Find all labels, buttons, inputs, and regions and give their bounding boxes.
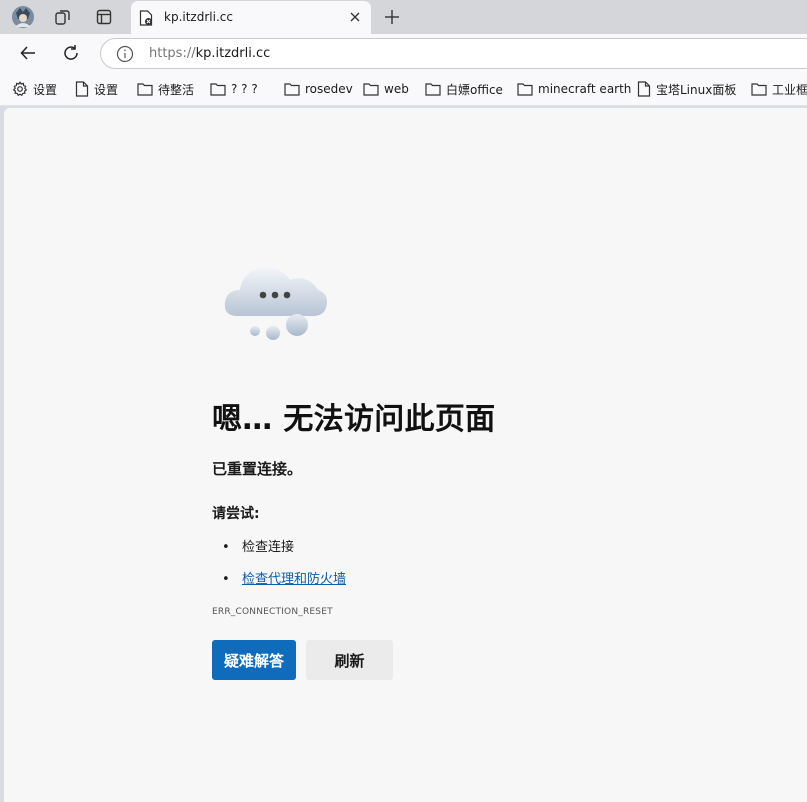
url-scheme: https:// bbox=[149, 46, 196, 61]
bookmark-item[interactable]: 待整活 bbox=[137, 80, 194, 98]
bookmark-label: web bbox=[384, 82, 409, 96]
folder-icon bbox=[517, 83, 533, 96]
suggestion-item: • 检查连接 bbox=[222, 536, 294, 555]
plus-icon bbox=[385, 10, 399, 24]
bookmarks-bar: 设置 设置 待整活 ? ? ? rosedev web 白嫖office min… bbox=[0, 72, 807, 106]
bookmark-label: 设置 bbox=[33, 82, 58, 97]
bookmark-label: ? ? ? bbox=[231, 82, 258, 96]
page-content bbox=[4, 108, 807, 802]
bullet: • bbox=[222, 540, 230, 555]
suggestion-text: 检查连接 bbox=[242, 540, 295, 555]
new-tab-button[interactable] bbox=[380, 5, 404, 29]
bookmark-item[interactable]: web bbox=[363, 80, 409, 98]
avatar-icon bbox=[12, 6, 34, 28]
troubleshoot-button[interactable]: 疑难解答 bbox=[212, 640, 296, 680]
folder-icon bbox=[137, 83, 153, 96]
bullet: • bbox=[222, 572, 230, 587]
error-title: 嗯… 无法访问此页面 bbox=[212, 402, 496, 437]
bookmark-label: 设置 bbox=[94, 82, 119, 97]
page-icon bbox=[637, 81, 651, 97]
bookmark-label: minecraft earth bbox=[538, 82, 632, 96]
bookmark-item[interactable]: minecraft earth bbox=[517, 80, 631, 98]
error-subtitle: 已重置连接。 bbox=[212, 460, 303, 478]
folder-icon bbox=[210, 83, 226, 96]
folder-icon bbox=[425, 83, 441, 96]
check-proxy-firewall-link[interactable]: 检查代理和防火墙 bbox=[242, 572, 346, 587]
tab-strip: kp.itzdrli.cc bbox=[0, 0, 807, 34]
folder-icon bbox=[751, 83, 767, 96]
tab-close-button[interactable] bbox=[347, 9, 363, 25]
tab-active[interactable]: kp.itzdrli.cc bbox=[131, 1, 371, 34]
bookmark-item[interactable]: rosedev bbox=[284, 80, 353, 98]
tab-actions-icon bbox=[96, 9, 112, 25]
try-label: 请尝试: bbox=[212, 506, 260, 522]
back-arrow-icon bbox=[20, 46, 35, 60]
refresh-icon bbox=[64, 45, 78, 60]
workspaces-button[interactable] bbox=[50, 5, 76, 29]
error-code: ERR_CONNECTION_RESET bbox=[212, 607, 333, 617]
bookmark-label: 宝塔Linux面板 bbox=[656, 82, 737, 97]
bookmark-item[interactable]: 白嫖office bbox=[425, 80, 503, 98]
refresh-page-button[interactable]: 刷新 bbox=[306, 640, 393, 680]
browser-toolbar: https://kp.itzdrli.cc bbox=[0, 34, 807, 72]
tab-title: kp.itzdrli.cc bbox=[164, 10, 233, 24]
bookmark-item[interactable]: 设置 bbox=[75, 80, 118, 98]
cloud-error-icon bbox=[224, 267, 327, 340]
folder-icon bbox=[284, 83, 300, 96]
refresh-button[interactable] bbox=[58, 40, 84, 66]
gear-icon bbox=[12, 81, 28, 97]
bookmark-label: 待整活 bbox=[158, 82, 195, 97]
bookmark-label: rosedev bbox=[305, 82, 353, 96]
page-error-icon bbox=[139, 10, 153, 26]
url-host: kp.itzdrli.cc bbox=[195, 46, 271, 61]
bookmark-label: 工业框 bbox=[772, 82, 807, 97]
close-icon bbox=[350, 12, 360, 22]
info-icon[interactable] bbox=[116, 45, 134, 63]
back-button[interactable] bbox=[15, 40, 41, 66]
page-icon bbox=[75, 81, 89, 97]
bookmark-label: 白嫖office bbox=[446, 82, 503, 97]
folder-icon bbox=[363, 83, 379, 96]
workspaces-icon bbox=[55, 10, 70, 25]
vertical-tabs-button[interactable] bbox=[91, 5, 117, 29]
bookmark-item[interactable]: 宝塔Linux面板 bbox=[637, 80, 736, 98]
bookmark-item[interactable]: ? ? ? bbox=[210, 80, 258, 98]
bookmark-item[interactable]: 工业框 bbox=[751, 80, 807, 98]
url-text[interactable]: https://kp.itzdrli.cc bbox=[149, 46, 270, 61]
suggestion-item: • 检查代理和防火墙 bbox=[222, 568, 346, 587]
profile-avatar[interactable] bbox=[10, 5, 36, 29]
address-bar[interactable]: https://kp.itzdrli.cc bbox=[100, 38, 807, 69]
bookmark-item[interactable]: 设置 bbox=[12, 80, 57, 98]
